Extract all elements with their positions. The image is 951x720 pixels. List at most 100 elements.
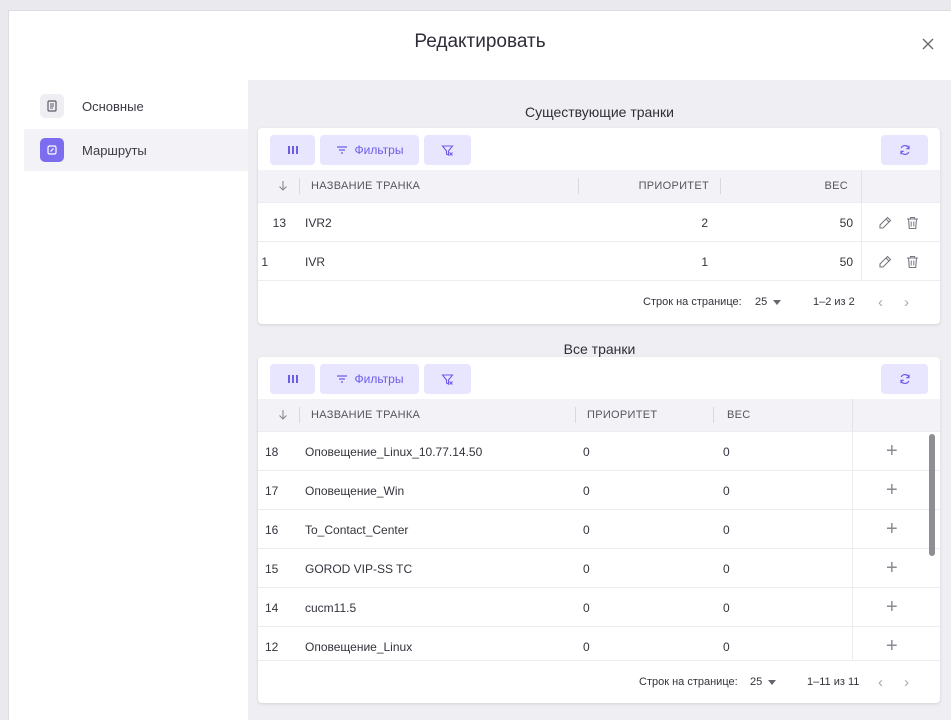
existing-trunks-title: Существующие транки xyxy=(525,104,674,120)
add-trunk-button[interactable]: + xyxy=(886,627,898,660)
clear-filter-icon xyxy=(441,373,454,385)
table-row[interactable]: 14 cucm11.5 0 0 + xyxy=(258,587,940,626)
column-header-weight[interactable]: ВЕС xyxy=(727,399,751,431)
prev-page-icon[interactable]: ‹ xyxy=(878,661,883,703)
filters-label: Фильтры xyxy=(354,372,404,386)
filters-button[interactable]: Фильтры xyxy=(320,364,419,394)
rows-per-page-select[interactable]: 25 xyxy=(750,661,777,703)
rows-per-page-select[interactable]: 25 xyxy=(755,281,782,323)
row-name: IVR2 xyxy=(305,215,332,230)
filters-button[interactable]: Фильтры xyxy=(320,135,419,165)
refresh-icon xyxy=(899,144,910,156)
filter-icon xyxy=(336,375,347,383)
sidebar-item-main[interactable]: Основные xyxy=(24,85,248,127)
refresh-button[interactable] xyxy=(881,364,928,394)
row-weight: 0 xyxy=(723,444,730,459)
route-icon xyxy=(40,138,64,162)
clear-filters-button[interactable] xyxy=(424,135,471,165)
row-name: IVR xyxy=(305,254,326,269)
close-button[interactable] xyxy=(921,37,937,53)
dropdown-arrow-icon xyxy=(773,299,782,305)
table-row[interactable]: 18 Оповещение_Linux_10.77.14.50 0 0 + xyxy=(258,431,940,470)
delete-icon[interactable] xyxy=(906,203,919,242)
table-header: НАЗВАНИЕ ТРАНКА ПРИОРИТЕТ ВЕС xyxy=(258,170,940,202)
row-weight: 0 xyxy=(723,600,730,615)
all-trunks-title: Все транки xyxy=(563,341,636,357)
column-header-priority[interactable]: ПРИОРИТЕТ xyxy=(587,399,657,431)
sort-arrow-icon[interactable] xyxy=(278,399,288,431)
pagination: Строк на странице: 25 1–2 из 2 ‹ › xyxy=(258,280,940,322)
row-id: 16 xyxy=(265,522,279,537)
sort-arrow-icon[interactable] xyxy=(278,170,288,202)
prev-page-icon[interactable]: ‹ xyxy=(878,281,883,323)
filters-label: Фильтры xyxy=(354,143,404,157)
existing-trunks-card: Фильтры НАЗВАНИЕ ТРАНКА ПРИОРИТЕТ ВЕС 13… xyxy=(258,128,940,324)
document-icon xyxy=(40,94,64,118)
table-row[interactable]: 16 To_Contact_Center 0 0 + xyxy=(258,509,940,548)
pagination-range: 1–2 из 2 xyxy=(813,296,855,308)
sidebar-item-label: Основные xyxy=(82,98,144,114)
next-page-icon[interactable]: › xyxy=(904,281,909,323)
row-priority: 2 xyxy=(701,215,708,230)
columns-icon xyxy=(287,146,298,154)
row-priority: 0 xyxy=(583,483,590,498)
pagination: Строк на странице: 25 1–11 из 11 ‹ › xyxy=(258,660,940,702)
scrollbar[interactable] xyxy=(929,434,935,556)
row-name: cucm11.5 xyxy=(305,600,357,615)
clear-filters-button[interactable] xyxy=(424,364,471,394)
column-header-name[interactable]: НАЗВАНИЕ ТРАНКА xyxy=(311,399,420,431)
row-weight: 50 xyxy=(839,215,853,230)
table-row[interactable]: 15 GOROD VIP-SS TC 0 0 + xyxy=(258,548,940,587)
row-weight: 50 xyxy=(839,254,853,269)
row-priority: 0 xyxy=(583,522,590,537)
clear-filter-icon xyxy=(441,144,454,156)
sidebar-item-routes[interactable]: Маршруты xyxy=(24,129,248,171)
add-trunk-button[interactable]: + xyxy=(886,588,898,627)
column-header-name[interactable]: НАЗВАНИЕ ТРАНКА xyxy=(311,170,420,202)
table-row[interactable]: 17 Оповещение_Win 0 0 + xyxy=(258,470,940,509)
row-name: GOROD VIP-SS TC xyxy=(305,561,413,576)
next-page-icon[interactable]: › xyxy=(904,661,909,703)
row-id: 14 xyxy=(265,600,279,615)
rows-per-page-label: Строк на странице: xyxy=(639,676,738,688)
all-toolbar: Фильтры xyxy=(258,357,940,399)
row-name: Оповещение_Linux xyxy=(305,639,413,654)
row-name: Оповещение_Win xyxy=(305,483,405,498)
column-header-priority[interactable]: ПРИОРИТЕТ xyxy=(624,170,709,202)
columns-button[interactable] xyxy=(270,364,315,394)
row-name: To_Contact_Center xyxy=(305,522,409,537)
row-weight: 0 xyxy=(723,561,730,576)
rows-per-page-label: Строк на странице: xyxy=(643,296,742,308)
existing-toolbar: Фильтры xyxy=(258,128,940,170)
dialog-title: Редактировать xyxy=(414,31,546,52)
rows-per-page-value: 25 xyxy=(750,676,763,688)
row-name: Оповещение_Linux_10.77.14.50 xyxy=(305,444,483,459)
row-weight: 0 xyxy=(723,483,730,498)
row-id: 13 xyxy=(272,215,286,230)
row-id: 17 xyxy=(265,483,279,498)
table-row[interactable]: 13 IVR2 2 50 xyxy=(258,202,940,241)
add-trunk-button[interactable]: + xyxy=(886,432,898,471)
edit-icon[interactable] xyxy=(878,242,892,281)
edit-dialog: Редактировать Основные Маршруты Существу… xyxy=(8,10,951,720)
add-trunk-button[interactable]: + xyxy=(886,510,898,549)
all-trunks-list[interactable]: 18 Оповещение_Linux_10.77.14.50 0 0 + 17… xyxy=(258,431,940,660)
dropdown-arrow-icon xyxy=(768,679,777,685)
row-id: 1 xyxy=(261,254,268,269)
row-priority: 0 xyxy=(583,600,590,615)
add-trunk-button[interactable]: + xyxy=(886,549,898,588)
column-header-weight[interactable]: ВЕС xyxy=(798,170,848,202)
columns-icon xyxy=(287,375,298,383)
row-weight: 0 xyxy=(723,639,730,654)
columns-button[interactable] xyxy=(270,135,315,165)
table-header: НАЗВАНИЕ ТРАНКА ПРИОРИТЕТ ВЕС xyxy=(258,399,940,431)
sidebar: Основные Маршруты xyxy=(24,85,248,173)
close-icon xyxy=(922,38,934,50)
delete-icon[interactable] xyxy=(906,242,919,281)
table-row[interactable]: 1 IVR 1 50 xyxy=(258,241,940,280)
edit-icon[interactable] xyxy=(878,203,892,242)
content-area: Существующие транки Фильтры НАЗВАНИЕ ТРА… xyxy=(248,80,951,720)
table-row[interactable]: 12 Оповещение_Linux 0 0 + xyxy=(258,626,940,660)
refresh-button[interactable] xyxy=(881,135,928,165)
add-trunk-button[interactable]: + xyxy=(886,471,898,510)
